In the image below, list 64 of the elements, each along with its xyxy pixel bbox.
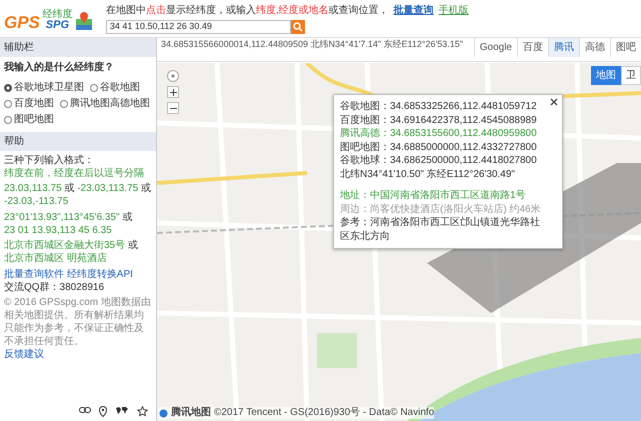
copyright-text: ©2017 Tencent - GS(2016)930号 - Data© Navinfo [214, 407, 434, 419]
nearby-text: 周边：尚客优快捷酒店(洛阳火车站店) 约46米 [340, 202, 542, 216]
logo-tagline: 经纬度 [42, 8, 72, 20]
help-link[interactable]: 反馈建议 [4, 348, 44, 361]
map-provider-tab[interactable]: 腾讯 [548, 38, 579, 57]
zoom-in-button[interactable] [167, 86, 179, 98]
option-label: 图吧地图 [14, 112, 54, 127]
radio-button[interactable] [4, 84, 12, 92]
coordinate-text: 图吧地图：34.6885000000,112.4332727800 [340, 140, 538, 154]
close-icon [550, 98, 558, 106]
help-link[interactable]: 经纬度转换API [66, 268, 133, 280]
plus-icon [170, 88, 176, 96]
map-view-tab[interactable]: 地图 [591, 66, 621, 85]
search-button[interactable] [290, 20, 305, 34]
address-text: 地址：中国河南省洛阳市西工区道南路1号 [340, 189, 527, 202]
search-icon [292, 22, 303, 32]
logo-text: GPS [4, 14, 40, 30]
example-text: 纬度在前，经度在后以逗号分隔 [4, 166, 144, 180]
help-text: 或 [122, 210, 132, 224]
note-text: © 2016 GPSspg.com 地图数据由相关地图提供。所有解析结果均只能作为参考，不保证正确性及不承担任何责任。 [4, 296, 152, 348]
coordinates-text: 34.685315566000014,112.44809509 北纬N34°41'7.14" 东经E112°26'53.15" [160, 38, 464, 51]
logo-text: SPG [46, 20, 70, 30]
radio-button[interactable] [4, 100, 12, 108]
batch-query-link[interactable]: 批量查询 [394, 5, 434, 18]
example-text: 23°01'13.93",113°45'6.35" [4, 210, 120, 224]
help-text: 交流QQ群：38028916 [4, 280, 104, 294]
example-text: 北京市西城区 明苑酒店 [4, 252, 107, 265]
option-label: 谷歌地图 [100, 80, 140, 95]
help-text: 三种下列输入格式： [4, 154, 94, 166]
map-logo-icon [74, 10, 93, 30]
help-text: 或 [140, 182, 151, 195]
panel-header: 帮助 [0, 132, 156, 150]
close-button[interactable] [550, 98, 558, 106]
pin-icon[interactable] [99, 406, 107, 417]
panel-header: 辅助栏 [0, 38, 156, 57]
help-link[interactable]: 批量查询软件 [4, 268, 64, 280]
zoom-out-button[interactable] [167, 102, 179, 114]
link-icon[interactable] [79, 406, 91, 414]
example-text: 23 01 13.93,113 45 6.35 [4, 224, 112, 236]
radio-button[interactable] [90, 84, 98, 92]
help-text: 或 [128, 239, 138, 252]
example-text: -23.03,-113.75 [4, 195, 68, 208]
option-label: 谷歌地球卫星图 [14, 80, 84, 95]
coordinate-text: 谷歌地球：34.6862500000,112.4418027800 [340, 154, 538, 168]
radio-button[interactable] [4, 116, 12, 124]
example-text: 北京市西城区金融大街35号 [4, 239, 126, 252]
coordinate-text: 北纬N34°41'10.50" 东经E112°26'30.49" [340, 168, 516, 181]
mobile-link[interactable]: 手机版 [438, 5, 469, 18]
search-field[interactable]: 34 41 10.50,112 26 30.49 [106, 20, 291, 34]
radio-button[interactable] [60, 100, 68, 108]
question-text: 我输入的是什么经纬度？ [2, 60, 115, 75]
option-label: 百度地图 [14, 96, 54, 111]
reference-text: 参考：河南省洛阳市西工区邙山镇道光华路社区东北方向 [340, 216, 541, 243]
example-text: 23.03,113.75 [4, 182, 62, 195]
option-label: 腾讯地图高德地图 [70, 96, 150, 111]
star-icon[interactable] [137, 406, 148, 417]
coordinate-text: 百度地图：34.6916422378,112.4545088989 [340, 114, 538, 127]
coordinate-text: 谷歌地图：34.6853325266,112.4481059712 [340, 100, 538, 114]
example-text: -23.03,113.75 [77, 182, 138, 195]
coordinate-text: 腾讯高德：34.6853155600,112.4480959800 [340, 127, 538, 140]
help-text: 或 [64, 182, 74, 195]
hint-text: 在地图中点击显示经纬度，或输入纬度,经度或地名或查询位置， [106, 5, 389, 18]
map-view-tab[interactable]: 卫 [621, 66, 641, 85]
map-brand-text: 腾讯地图 [171, 407, 211, 419]
